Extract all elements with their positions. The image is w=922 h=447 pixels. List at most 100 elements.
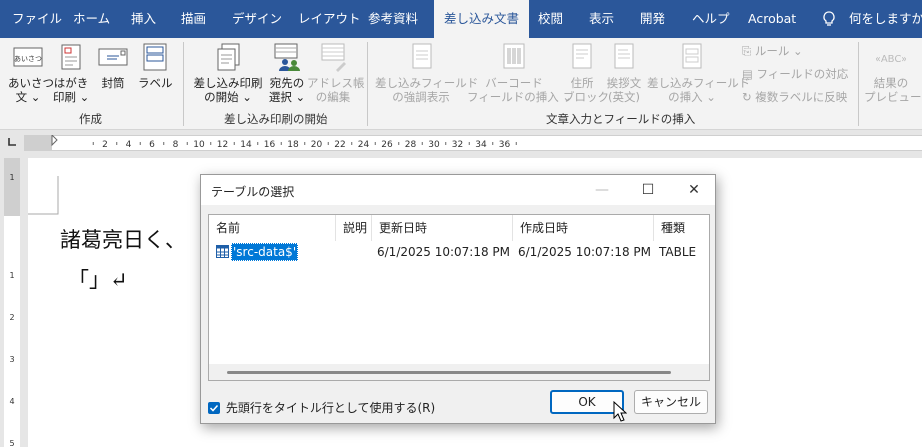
- highlight-label-2: の強調表示: [392, 90, 450, 104]
- preview-label-2: プレビュー: [864, 90, 922, 104]
- barcode-icon: [503, 43, 525, 69]
- column-header-type[interactable]: 種類: [654, 215, 709, 241]
- postcard-label: はがき: [53, 76, 89, 90]
- tab-mailings[interactable]: 差し込み文書: [434, 0, 530, 38]
- postcard-label-2: 印刷 ⌄: [53, 90, 90, 104]
- row-name[interactable]: 'src-data$': [231, 243, 299, 261]
- use-first-row-label: 先頭行をタイトル行として使用する(R): [225, 401, 436, 415]
- column-header-created[interactable]: 作成日時: [513, 215, 654, 241]
- use-first-row-checkbox[interactable]: [208, 401, 220, 414]
- ruler-number: 4: [126, 140, 132, 150]
- row-modified: 6/1/2025 10:07:18 PM: [377, 245, 511, 259]
- vertical-ruler[interactable]: 1 1 2 3 4 5: [4, 158, 20, 447]
- envelope-button[interactable]: 封筒: [96, 42, 130, 90]
- vertical-ruler-number: 5: [9, 439, 14, 447]
- tab-layout[interactable]: レイアウト: [298, 0, 361, 38]
- ruler-number: 10: [193, 140, 205, 150]
- maximize-button[interactable]: ☐: [625, 175, 671, 205]
- ribbon: あいさつ あいさつ文 ⌄ はがき 印刷 ⌄ 封筒 ラベル 作成 差し込み印刷 の開始…: [0, 38, 922, 130]
- rules-button[interactable]: ⎘ ルール ⌄: [742, 43, 803, 59]
- ribbon-separator: [183, 42, 184, 126]
- tab-stop-icon[interactable]: [6, 136, 18, 148]
- tab-acrobat[interactable]: Acrobat: [748, 0, 796, 38]
- labels-icon: [143, 43, 167, 71]
- recipients-icon: [274, 43, 300, 71]
- scrollbar-thumb[interactable]: [227, 371, 671, 374]
- greeting-line-label: 挨拶文: [606, 76, 642, 90]
- minimize-button[interactable]: —: [579, 175, 625, 205]
- tab-file[interactable]: ファイル: [12, 0, 62, 38]
- ruler-number: 16: [264, 140, 276, 150]
- vertical-ruler-number: 4: [9, 397, 14, 406]
- tab-developer[interactable]: 開発: [640, 0, 665, 38]
- rules-icon: ⎘: [742, 44, 755, 58]
- ruler-number: 2: [102, 140, 108, 150]
- tell-me-search[interactable]: 何をしますか: [849, 0, 922, 38]
- ruler-number: 14: [240, 140, 252, 150]
- document-line-1[interactable]: 諸葛亮日く、: [60, 224, 186, 254]
- ruler-number: 22: [334, 140, 345, 150]
- barcode-label: バーコード: [485, 76, 543, 90]
- address-block-button[interactable]: 住所 ブロック: [563, 42, 609, 104]
- label-label: ラベル: [138, 76, 173, 90]
- ruler-number: 8: [173, 140, 179, 150]
- label-button[interactable]: ラベル: [138, 42, 173, 90]
- greeting-line-button[interactable]: 挨拶文 (英文): [604, 42, 644, 104]
- rules-label: ルール ⌄: [754, 44, 803, 58]
- horizontal-scrollbar[interactable]: [209, 364, 709, 380]
- match-fields-button[interactable]: ▤ フィールドの対応: [742, 66, 848, 82]
- group-label-start-merge: 差し込み印刷の開始: [224, 112, 328, 126]
- dialog-title-bar[interactable]: テーブルの選択 — ☐ ✕: [201, 175, 715, 205]
- ruler-number: 28: [405, 140, 417, 150]
- address-book-edit-icon: [321, 43, 346, 72]
- tab-help[interactable]: ヘルプ: [692, 0, 730, 38]
- postcard-icon: [61, 44, 81, 70]
- tab-insert[interactable]: 挿入: [131, 0, 156, 38]
- horizontal-ruler[interactable]: 2 4 6 8 10 12 14 16 18 20 22 24 26 28 30 32 34 36: [0, 131, 922, 155]
- ruler-number: 20: [311, 140, 323, 150]
- cancel-button[interactable]: キャンセル: [634, 390, 708, 414]
- document-line-2[interactable]: 「」↵: [68, 264, 128, 294]
- ruler-number: 6: [149, 140, 155, 150]
- ruler-number: 24: [358, 140, 370, 150]
- update-labels-button[interactable]: ↻ 複数ラベルに反映: [742, 89, 847, 105]
- tab-view[interactable]: 表示: [589, 0, 614, 38]
- column-header-modified[interactable]: 更新日時: [372, 215, 513, 241]
- tab-review[interactable]: 校閲: [538, 0, 563, 38]
- highlight-merge-fields-button[interactable]: 差し込みフィールド の強調表示: [375, 42, 478, 104]
- start-mail-merge-button[interactable]: 差し込み印刷 の開始 ⌄: [192, 42, 264, 104]
- greeting-letter-button[interactable]: あいさつ あいさつ文 ⌄: [8, 42, 54, 104]
- envelope-label: 封筒: [101, 76, 125, 90]
- ruler-number: 32: [452, 140, 463, 150]
- preview-label: 結果の: [873, 76, 909, 90]
- table-list[interactable]: 名前 説明 更新日時 作成日時 種類 'src-data$' 6/1/2025 …: [208, 214, 710, 381]
- preview-results-button[interactable]: «ABC» 結果の プレビュー: [864, 42, 922, 104]
- start-merge-label: 差し込み印刷: [193, 76, 263, 90]
- address-block-icon: [572, 43, 592, 69]
- dialog-title: テーブルの選択: [211, 185, 295, 199]
- select-recipients-button[interactable]: 宛先の 選択 ⌄: [268, 42, 306, 104]
- tab-references[interactable]: 参考資料: [368, 0, 418, 38]
- recipients-label-2: 選択 ⌄: [268, 90, 306, 104]
- tab-home[interactable]: ホーム: [73, 0, 110, 38]
- vertical-ruler-ticks: 1 1 2 3 4 5: [4, 158, 20, 447]
- greeting-line-icon: [614, 43, 634, 69]
- lightbulb-icon: [823, 11, 835, 26]
- postcard-print-button[interactable]: はがき 印刷 ⌄: [53, 42, 89, 104]
- insert-merge-field-button[interactable]: 差し込みフィールド の挿入 ⌄: [647, 42, 750, 104]
- use-first-row-checkbox-row[interactable]: 先頭行をタイトル行として使用する(R): [208, 399, 435, 416]
- ruler-number: 36: [499, 140, 511, 150]
- highlight-label: 差し込みフィールド: [375, 76, 479, 90]
- column-header-description[interactable]: 説明: [336, 215, 372, 241]
- row-type: TABLE: [659, 245, 697, 259]
- vertical-ruler-number: 2: [9, 313, 14, 322]
- tab-draw[interactable]: 描画: [181, 0, 206, 38]
- match-fields-label: フィールドの対応: [756, 67, 849, 81]
- vertical-ruler-number: 3: [9, 355, 14, 364]
- close-button[interactable]: ✕: [671, 175, 717, 205]
- edit-recipient-list-button[interactable]: アドレス帳 の編集: [307, 42, 365, 104]
- column-header-name[interactable]: 名前: [209, 215, 336, 241]
- tab-design[interactable]: デザイン: [232, 0, 282, 38]
- match-fields-icon: ▤: [742, 67, 757, 81]
- insert-barcode-field-button[interactable]: バーコード フィールドの挿入 ⌄: [467, 42, 572, 104]
